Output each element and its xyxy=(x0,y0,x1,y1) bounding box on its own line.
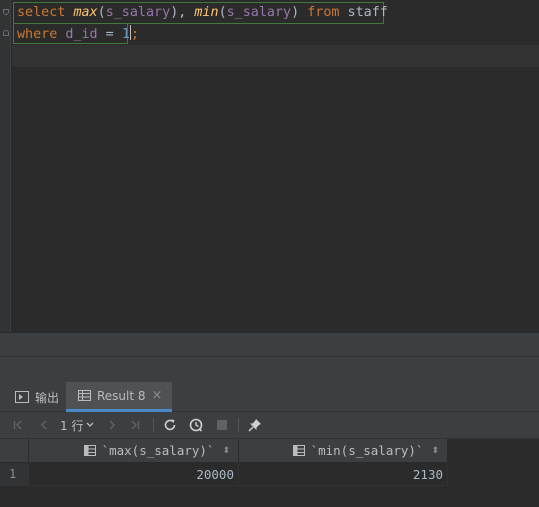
code-line-2[interactable]: where d_id = 1; xyxy=(17,24,139,45)
grid-corner[interactable] xyxy=(0,439,29,463)
sql-editor[interactable]: select max(s_salary), min(s_salary) from… xyxy=(0,0,539,332)
result-tabbar: 输出 Result 8 × xyxy=(0,382,539,412)
table-cell[interactable]: 20000 xyxy=(29,463,239,486)
paren: ) xyxy=(291,5,308,20)
paren: ( xyxy=(218,5,227,20)
pin-icon[interactable] xyxy=(246,416,264,434)
rows-dropdown[interactable]: 1 行 xyxy=(60,416,100,434)
history-icon[interactable] xyxy=(187,416,205,434)
column-s-salary: s_salary xyxy=(226,5,292,20)
keyword-where: where xyxy=(17,27,58,42)
toolbar-separator xyxy=(153,418,154,432)
operator-equals: = xyxy=(97,27,122,42)
paren: ( xyxy=(97,5,106,20)
panel-splitter[interactable] xyxy=(0,332,539,382)
column-icon xyxy=(83,445,96,456)
rows-label: 1 行 xyxy=(60,418,84,433)
column-s-salary: s_salary xyxy=(105,5,171,20)
keyword-from: from xyxy=(307,5,340,20)
paren-comma: ), xyxy=(170,5,195,20)
sort-icon[interactable]: ⬍ xyxy=(222,446,230,456)
current-line-highlight xyxy=(12,45,539,67)
result-grid[interactable]: `max(s_salary)` ⬍ `min(s_salary)` ⬍ 1 20… xyxy=(0,439,539,507)
refresh-icon[interactable] xyxy=(161,416,179,434)
stop-icon[interactable] xyxy=(213,416,231,434)
tab-result-8[interactable]: Result 8 × xyxy=(66,382,173,412)
fold-end-icon[interactable] xyxy=(3,30,9,36)
services-panel: 输出 Result 8 × 1 行 `max(s_salary)` ⬍ `min… xyxy=(0,382,539,507)
splitter-divider xyxy=(0,356,539,357)
column-icon xyxy=(292,445,305,456)
editor-gutter xyxy=(0,0,11,332)
row-number[interactable]: 1 xyxy=(0,463,29,486)
fold-start-icon[interactable] xyxy=(3,9,9,15)
column-header-label: `max(s_salary)` xyxy=(101,443,215,458)
column-d-id: d_id xyxy=(57,27,98,42)
column-header[interactable]: `max(s_salary)` ⬍ xyxy=(29,439,239,463)
tab-output[interactable]: 输出 xyxy=(15,382,59,412)
code-line-1[interactable]: select max(s_salary), min(s_salary) from… xyxy=(17,2,388,23)
number-literal: 1 xyxy=(121,27,130,42)
semicolon: ; xyxy=(130,27,139,42)
last-page-icon[interactable] xyxy=(127,416,143,434)
keyword-select: select xyxy=(17,5,66,20)
previous-page-icon[interactable] xyxy=(36,416,52,434)
table-cell[interactable]: 2130 xyxy=(239,463,448,486)
tab-result-label: Result 8 xyxy=(97,388,146,403)
table-icon xyxy=(78,390,91,401)
toolbar-separator xyxy=(238,418,239,432)
column-header-label: `min(s_salary)` xyxy=(310,443,424,458)
column-header[interactable]: `min(s_salary)` ⬍ xyxy=(239,439,448,463)
sort-icon[interactable]: ⬍ xyxy=(431,446,439,456)
close-icon[interactable]: × xyxy=(152,388,163,403)
function-max: max xyxy=(73,5,98,20)
tab-output-label: 输出 xyxy=(35,390,60,405)
first-page-icon[interactable] xyxy=(10,416,26,434)
console-icon xyxy=(15,391,29,403)
function-min: min xyxy=(194,5,219,20)
table-name: staff xyxy=(339,5,388,20)
result-toolbar: 1 行 xyxy=(0,412,539,439)
next-page-icon[interactable] xyxy=(104,416,120,434)
chevron-down-icon xyxy=(86,422,94,427)
